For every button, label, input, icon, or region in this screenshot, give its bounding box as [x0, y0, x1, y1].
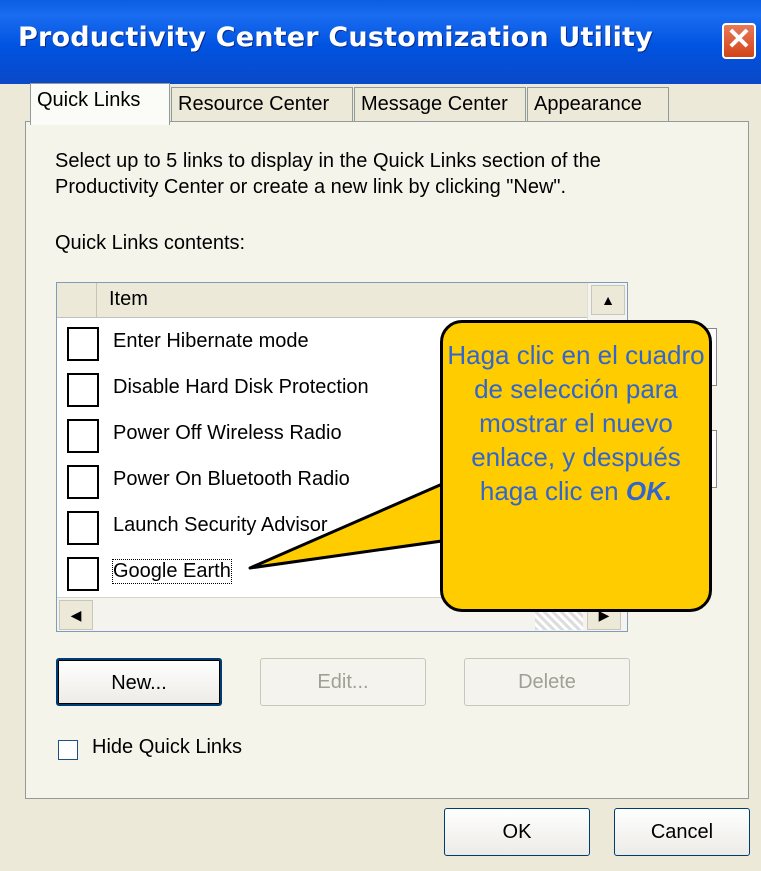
tab-quick-links[interactable]: Quick Links [30, 83, 170, 125]
dialog-window: Productivity Center Customization Utilit… [0, 0, 761, 871]
callout-text: Haga clic en el cuadro de selección para… [444, 338, 708, 508]
callout-emphasis: OK. [625, 476, 673, 506]
